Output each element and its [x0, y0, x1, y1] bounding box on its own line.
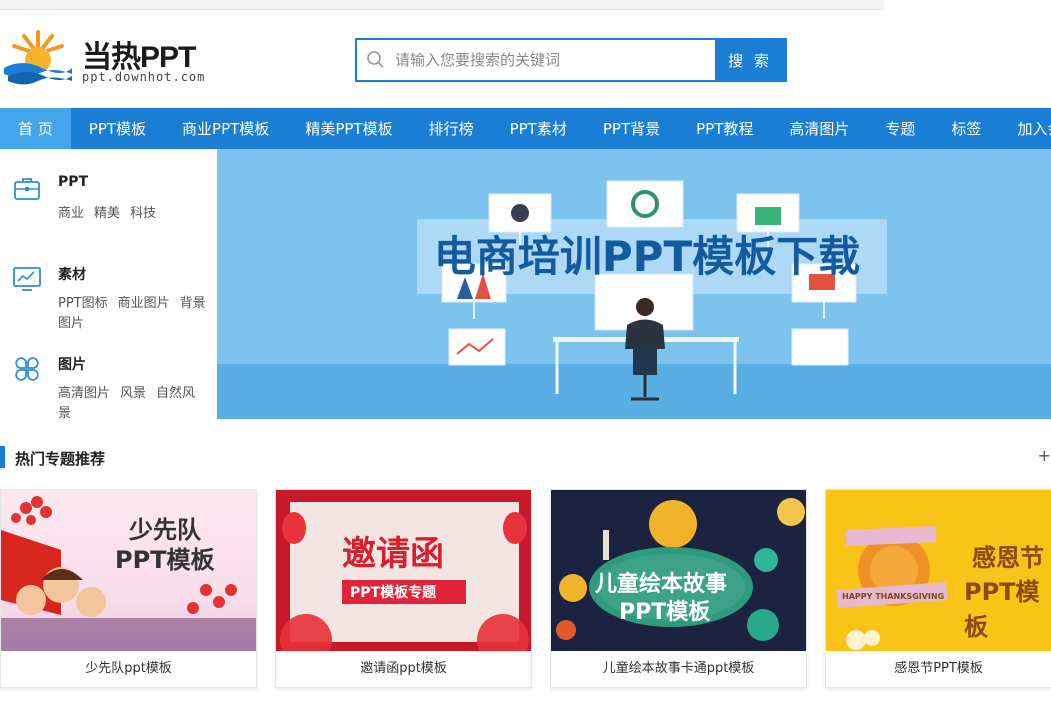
- nav-item-ranking[interactable]: 排行榜: [411, 108, 492, 149]
- nav-item-hd-images[interactable]: 高清图片: [771, 108, 867, 149]
- card-art-text: PPT模板: [115, 546, 215, 574]
- nav-item-home[interactable]: 首 页: [0, 108, 71, 149]
- nav-item-ppt-materials[interactable]: PPT素材: [492, 108, 585, 149]
- topic-card-image: 邀请函 PPT模板专题: [276, 490, 531, 651]
- logo-subtitle: ppt.downhot.com: [82, 70, 206, 84]
- category-images: 图片 高清图片 风景 自然风景: [0, 354, 217, 421]
- card-art-text: PPT模板: [964, 578, 1040, 641]
- search-button[interactable]: 搜 索: [715, 40, 785, 80]
- topic-card-image: 少先队 PPT模板: [1, 490, 256, 651]
- category-link[interactable]: 风景: [120, 386, 146, 401]
- search-icon: [357, 40, 395, 80]
- topic-card-image: HAPPY THANKSGIVING 感恩节 PPT模板: [826, 490, 1051, 651]
- category-link[interactable]: 科技: [130, 206, 156, 221]
- topic-card[interactable]: HAPPY THANKSGIVING 感恩节 PPT模板 感恩节PPT模板: [825, 489, 1051, 688]
- card-art-text: 邀请函: [342, 534, 444, 574]
- search-box: 搜 索: [355, 38, 787, 82]
- nav-item-business-ppt[interactable]: 商业PPT模板: [164, 108, 287, 149]
- category-links: PPT图标 商业图片 背景图片: [58, 294, 217, 334]
- topic-card-label[interactable]: 儿童绘本故事卡通ppt模板: [551, 651, 806, 687]
- nav-item-topics[interactable]: 专题: [867, 108, 933, 149]
- nav-item-join-member[interactable]: 加入会员: [999, 108, 1051, 149]
- topic-card-image: 儿童绘本故事 PPT模板: [551, 490, 806, 651]
- more-link[interactable]: +: [1038, 446, 1051, 465]
- category-link[interactable]: 高清图片: [58, 386, 110, 401]
- banner-illustration: 电商培训PPT模板下载: [217, 149, 1051, 419]
- topic-card-label[interactable]: 感恩节PPT模板: [826, 651, 1051, 687]
- category-title[interactable]: 素材: [58, 264, 86, 284]
- topic-card[interactable]: 儿童绘本故事 PPT模板 儿童绘本故事卡通ppt模板: [550, 489, 807, 688]
- category-links: 商业 精美 科技: [58, 204, 217, 224]
- chart-monitor-icon: [13, 267, 41, 291]
- nav-item-ppt-templates[interactable]: PPT模板: [71, 108, 164, 149]
- sun-logo-icon: [4, 30, 72, 85]
- nav-item-tags[interactable]: 标签: [933, 108, 999, 149]
- hot-topics-header: 热门专题推荐 +: [0, 444, 1051, 472]
- topic-card[interactable]: 邀请函 PPT模板专题 邀请函ppt模板: [275, 489, 532, 688]
- clover-icon: [15, 357, 39, 381]
- category-link[interactable]: 商业: [58, 206, 84, 221]
- category-link[interactable]: 精美: [94, 206, 120, 221]
- category-materials: 素材 PPT图标 商业图片 背景图片: [0, 264, 217, 344]
- briefcase-icon: [14, 178, 40, 200]
- category-link[interactable]: 商业图片: [118, 296, 170, 311]
- card-art-badge: HAPPY THANKSGIVING: [842, 592, 945, 601]
- section-accent-bar: [0, 446, 5, 468]
- category-ppt: PPT 商业 精美 科技: [0, 174, 217, 244]
- nav-item-ppt-backgrounds[interactable]: PPT背景: [585, 108, 678, 149]
- category-links: 高清图片 风景 自然风景: [58, 384, 217, 424]
- card-art-text: PPT模板: [619, 600, 711, 625]
- category-title[interactable]: PPT: [58, 174, 88, 190]
- category-title[interactable]: 图片: [58, 354, 86, 374]
- site-logo[interactable]: 当热PPT ppt.downhot.com: [2, 28, 222, 88]
- topic-card[interactable]: 少先队 PPT模板 少先队ppt模板: [0, 489, 257, 688]
- category-link[interactable]: PPT图标: [58, 296, 108, 311]
- hero-banner[interactable]: 电商培训PPT模板下载: [217, 149, 1051, 419]
- nav-item-ppt-tutorials[interactable]: PPT教程: [678, 108, 771, 149]
- section-title: 热门专题推荐: [15, 450, 106, 468]
- search-input[interactable]: [395, 40, 715, 80]
- top-strip: [0, 0, 884, 10]
- card-art-text: PPT模板专题: [350, 585, 437, 601]
- main-nav: 首 页 PPT模板 商业PPT模板 精美PPT模板 排行榜 PPT素材 PPT背…: [0, 108, 1051, 149]
- card-art-text: 感恩节: [972, 544, 1044, 572]
- nav-item-premium-ppt[interactable]: 精美PPT模板: [287, 108, 410, 149]
- banner-headline: 电商培训PPT模板下载: [434, 232, 860, 281]
- category-sidebar: PPT 商业 精美 科技 素材 PPT图标 商业图片 背景图片 图片 高清图片 风景 自然风…: [0, 149, 217, 421]
- topic-card-label[interactable]: 邀请函ppt模板: [276, 651, 531, 687]
- topic-card-label[interactable]: 少先队ppt模板: [1, 651, 256, 687]
